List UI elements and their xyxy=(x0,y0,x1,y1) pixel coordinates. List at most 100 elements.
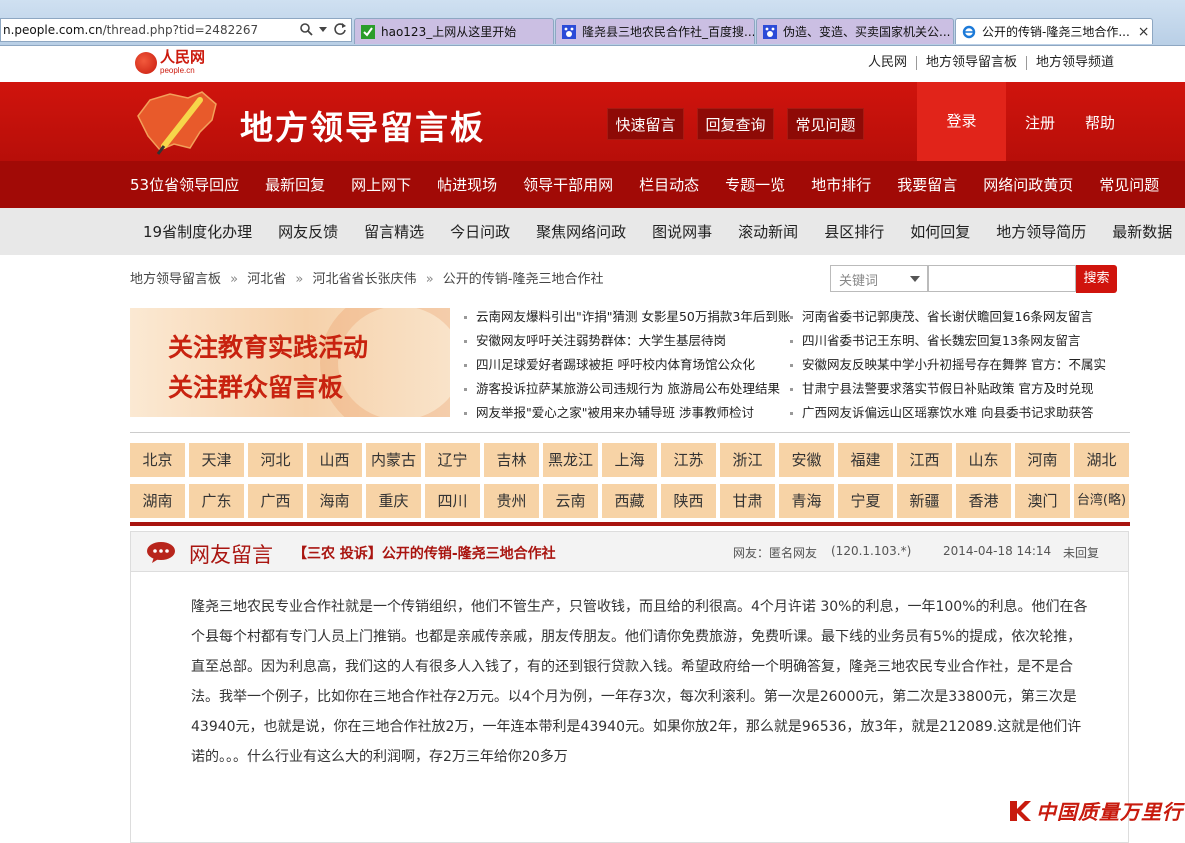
nav-item[interactable]: 栏目动态 xyxy=(639,174,699,195)
nav-item[interactable]: 最新回复 xyxy=(265,174,325,195)
province-link[interactable]: 澳门 xyxy=(1015,484,1070,518)
news-item[interactable]: 四川足球爱好者踢球被拒 呼吁校内体育场馆公众化 xyxy=(464,353,790,377)
province-link[interactable]: 内蒙古 xyxy=(366,443,421,477)
subnav-item[interactable]: 地方领导简历 xyxy=(996,221,1086,242)
subnav-item[interactable]: 如何回复 xyxy=(910,221,970,242)
province-link[interactable]: 重庆 xyxy=(366,484,421,518)
province-link[interactable]: 四川 xyxy=(425,484,480,518)
breadcrumb-item[interactable]: 地方领导留言板 xyxy=(130,272,221,287)
subnav-item[interactable]: 图说网事 xyxy=(652,221,712,242)
province-link[interactable]: 河北 xyxy=(248,443,303,477)
province-link[interactable]: 贵州 xyxy=(484,484,539,518)
province-link[interactable]: 新疆 xyxy=(897,484,952,518)
search-input[interactable] xyxy=(928,265,1076,292)
province-link[interactable]: 福建 xyxy=(838,443,893,477)
province-link[interactable]: 西藏 xyxy=(602,484,657,518)
address-bar[interactable]: n.people.com.cn/thread.php?tid=2482267 xyxy=(0,18,352,42)
quick-message-button[interactable]: 快速留言 xyxy=(607,108,684,140)
search-type-select[interactable]: 关键词 xyxy=(830,265,928,292)
reply-query-button[interactable]: 回复查询 xyxy=(697,108,774,140)
util-link-people[interactable]: 人民网 xyxy=(859,56,917,70)
nav-item[interactable]: 常见问题 xyxy=(1099,174,1159,195)
province-link[interactable]: 广东 xyxy=(189,484,244,518)
register-link[interactable]: 注册 xyxy=(1025,112,1055,133)
china-map-pen-icon xyxy=(137,91,217,155)
nav-item[interactable]: 帖进现场 xyxy=(437,174,497,195)
dropdown-icon[interactable] xyxy=(319,25,327,33)
tab-current[interactable]: 公开的传销-隆尧三地合作... × xyxy=(955,18,1153,44)
news-item[interactable]: 安徽网友反映某中学小升初摇号存在舞弊 官方：不属实 xyxy=(790,353,1106,377)
province-link[interactable]: 青海 xyxy=(779,484,834,518)
province-link[interactable]: 台湾(略) xyxy=(1074,484,1129,518)
province-link[interactable]: 黑龙江 xyxy=(543,443,598,477)
help-link[interactable]: 帮助 xyxy=(1085,112,1115,133)
message-panel: 网友留言 【三农 投诉】公开的传销-隆尧三地合作社 网友：匿名网友 (120.1… xyxy=(130,531,1129,843)
message-author: 网友：匿名网友 xyxy=(733,546,818,560)
subnav-item[interactable]: 网友反馈 xyxy=(278,221,338,242)
province-link[interactable]: 广西 xyxy=(248,484,303,518)
province-link[interactable]: 海南 xyxy=(307,484,362,518)
province-link[interactable]: 北京 xyxy=(130,443,185,477)
subnav-item[interactable]: 县区排行 xyxy=(824,221,884,242)
nav-item[interactable]: 专题一览 xyxy=(725,174,785,195)
nav-item[interactable]: 53位省领导回应 xyxy=(130,174,239,195)
breadcrumb-item[interactable]: 河北省省长张庆伟 xyxy=(313,272,417,287)
province-link[interactable]: 河南 xyxy=(1015,443,1070,477)
nav-item[interactable]: 我要留言 xyxy=(897,174,957,195)
news-item[interactable]: 河南省委书记郭庚茂、省长谢伏瞻回复16条网友留言 xyxy=(790,305,1106,329)
tab-baidu-search[interactable]: 隆尧县三地农民合作社_百度搜... xyxy=(555,18,755,44)
breadcrumb: 地方领导留言板 » 河北省 » 河北省省长张庆伟 » 公开的传销-隆尧三地合作社 xyxy=(130,268,604,287)
province-link[interactable]: 上海 xyxy=(602,443,657,477)
refresh-icon[interactable] xyxy=(333,22,347,36)
nav-item[interactable]: 网络问政黄页 xyxy=(983,174,1073,195)
news-item[interactable]: 广西网友诉偏远山区瑶寨饮水难 向县委书记求助获答 xyxy=(790,401,1106,425)
province-link[interactable]: 安徽 xyxy=(779,443,834,477)
province-link[interactable]: 山西 xyxy=(307,443,362,477)
subnav-item[interactable]: 聚焦网络问政 xyxy=(536,221,626,242)
login-button[interactable]: 登录 xyxy=(917,82,1006,161)
province-link[interactable]: 江西 xyxy=(897,443,952,477)
news-item[interactable]: 云南网友爆料引出"诈捐"猜测 女影星50万捐款3年后到账 xyxy=(464,305,790,329)
province-link[interactable]: 湖北 xyxy=(1074,443,1129,477)
province-link[interactable]: 云南 xyxy=(543,484,598,518)
util-link-channel[interactable]: 地方领导频道 xyxy=(1027,56,1123,70)
province-link[interactable]: 浙江 xyxy=(720,443,775,477)
news-item[interactable]: 网友举报"爱心之家"被用来办辅导班 涉事教师检讨 xyxy=(464,401,790,425)
province-link[interactable]: 辽宁 xyxy=(425,443,480,477)
tab-hao123[interactable]: hao123_上网从这里开始 xyxy=(354,18,554,44)
province-link[interactable]: 山东 xyxy=(956,443,1011,477)
tab-close-icon[interactable]: × xyxy=(1130,24,1150,40)
subnav-item[interactable]: 留言精选 xyxy=(364,221,424,242)
province-link[interactable]: 宁夏 xyxy=(838,484,893,518)
province-link[interactable]: 湖南 xyxy=(130,484,185,518)
news-item[interactable]: 四川省委书记王东明、省长魏宏回复13条网友留言 xyxy=(790,329,1106,353)
search-button[interactable]: 搜索 xyxy=(1076,265,1117,293)
news-item[interactable]: 安徽网友呼吁关注弱势群体：大学生基层待岗 xyxy=(464,329,790,353)
subnav-item[interactable]: 最新数据 xyxy=(1112,221,1172,242)
news-list-left: 云南网友爆料引出"诈捐"猜测 女影星50万捐款3年后到账 安徽网友呼吁关注弱势群… xyxy=(464,305,790,425)
province-link[interactable]: 吉林 xyxy=(484,443,539,477)
nav-item[interactable]: 网上网下 xyxy=(351,174,411,195)
province-link[interactable]: 天津 xyxy=(189,443,244,477)
site-title: 地方领导留言板 xyxy=(240,108,485,147)
subnav-item[interactable]: 滚动新闻 xyxy=(738,221,798,242)
util-link-board[interactable]: 地方领导留言板 xyxy=(917,56,1027,70)
province-link[interactable]: 甘肃 xyxy=(720,484,775,518)
search-icon[interactable] xyxy=(299,22,313,36)
breadcrumb-sep: » xyxy=(425,272,434,287)
tab-baidu-forgery[interactable]: 伪造、变造、买卖国家机关公... xyxy=(756,18,954,44)
subnav-item[interactable]: 今日问政 xyxy=(450,221,510,242)
nav-item[interactable]: 地市排行 xyxy=(811,174,871,195)
province-link[interactable]: 陕西 xyxy=(661,484,716,518)
subnav-item[interactable]: 19省制度化办理 xyxy=(143,221,252,242)
people-logo[interactable]: 人民网 people.cn xyxy=(135,50,205,75)
news-item[interactable]: 游客投诉拉萨某旅游公司违规行为 旅游局公布处理结果 xyxy=(464,377,790,401)
tab-label: 公开的传销-隆尧三地合作... xyxy=(982,25,1130,39)
nav-item[interactable]: 领导干部用网 xyxy=(523,174,613,195)
faq-button[interactable]: 常见问题 xyxy=(787,108,864,140)
province-link[interactable]: 江苏 xyxy=(661,443,716,477)
breadcrumb-item[interactable]: 河北省 xyxy=(247,272,286,287)
news-item[interactable]: 甘肃宁县法警要求落实节假日补贴政策 官方及时兑现 xyxy=(790,377,1106,401)
province-link[interactable]: 香港 xyxy=(956,484,1011,518)
promo-banner[interactable]: 关注教育实践活动 关注群众留言板 xyxy=(130,308,450,417)
